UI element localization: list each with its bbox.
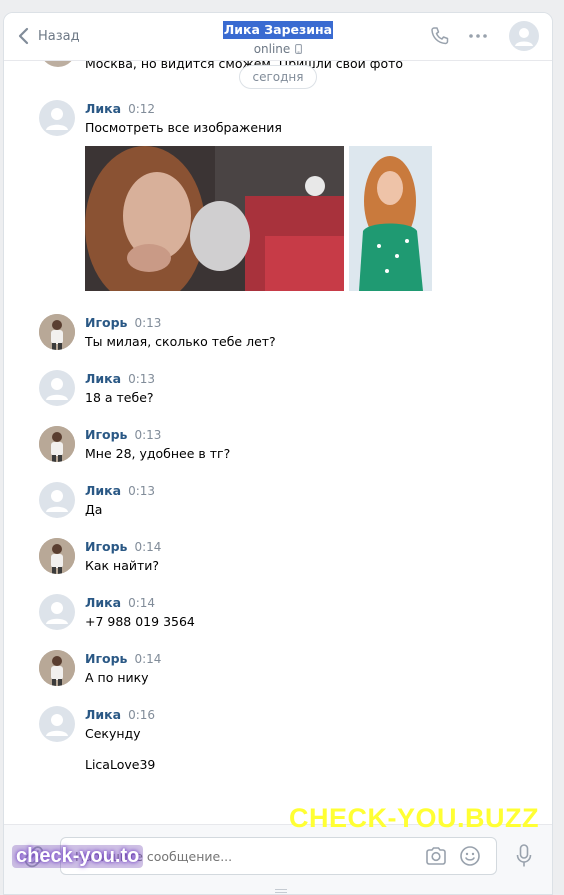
avatar[interactable] (39, 370, 75, 406)
avatar[interactable] (39, 426, 75, 462)
camera-icon[interactable] (425, 846, 447, 866)
author-name[interactable]: Игорь (85, 539, 127, 554)
message-text: LicaLove39 (85, 757, 156, 772)
message-time[interactable]: 0:13 (128, 372, 155, 386)
message-meta: Лика 0:13 (85, 483, 155, 498)
message-text: А по нику (85, 670, 149, 685)
photo-attachment[interactable] (349, 146, 432, 291)
message-meta: Лика 0:16 (85, 707, 155, 722)
message-meta: Игорь 0:14 (85, 651, 161, 666)
avatar[interactable] (39, 538, 75, 574)
message-time[interactable]: 0:13 (128, 484, 155, 498)
user-placeholder-icon (515, 28, 533, 46)
author-name[interactable]: Лика (85, 101, 121, 116)
user-photo (39, 426, 75, 462)
photo-attachments (85, 146, 432, 291)
user-placeholder-icon (46, 714, 68, 736)
message-time[interactable]: 0:16 (128, 708, 155, 722)
message-time[interactable]: 0:14 (134, 652, 161, 666)
user-placeholder-icon (46, 602, 68, 624)
message-meta: Игорь 0:13 (85, 427, 161, 442)
photo-image (349, 146, 432, 291)
avatar[interactable] (39, 650, 75, 686)
user-photo (39, 538, 75, 574)
status-text: online (253, 42, 291, 56)
message-time[interactable]: 0:12 (128, 102, 155, 116)
watermark: CHECK-YOU.BUZZ (289, 803, 539, 833)
message-text: Как найти? (85, 558, 160, 573)
message-meta: Игорь 0:14 (85, 539, 161, 554)
message-time[interactable]: 0:14 (128, 596, 155, 610)
chat-window: Назад Лика Зарезина online Москва, но ви… (3, 12, 553, 895)
message-time[interactable]: 0:13 (134, 428, 161, 442)
message-meta: Лика 0:14 (85, 595, 155, 610)
avatar[interactable] (39, 482, 75, 518)
avatar (40, 61, 76, 67)
author-name[interactable]: Игорь (85, 427, 127, 442)
message-text: Секунду (85, 726, 141, 741)
user-photo (39, 314, 75, 350)
message-meta: Лика 0:12 (85, 101, 155, 116)
user-placeholder-icon (46, 378, 68, 400)
message-time[interactable]: 0:13 (134, 316, 161, 330)
user-placeholder-icon (46, 108, 68, 130)
avatar[interactable] (39, 100, 75, 136)
message-text: Ты милая, сколько тебе лет? (85, 334, 276, 349)
date-divider: сегодня (239, 65, 317, 89)
author-name[interactable]: Лика (85, 371, 121, 386)
photo-image (85, 146, 344, 291)
back-label: Назад (38, 28, 80, 44)
author-name[interactable]: Игорь (85, 315, 127, 330)
user-photo (39, 650, 75, 686)
mobile-icon (295, 44, 303, 54)
message-text: 18 а тебе? (85, 390, 154, 405)
resize-grip[interactable] (275, 889, 287, 893)
corner-watermark: check-you.to (12, 845, 144, 868)
message-text: +7 988 019 3564 (85, 614, 195, 629)
photo-attachment[interactable] (85, 146, 344, 291)
author-name[interactable]: Лика (85, 707, 121, 722)
message-history[interactable]: Москва, но видится сможем. Пришли свои ф… (4, 61, 552, 823)
header-avatar[interactable] (509, 21, 539, 51)
microphone-icon[interactable] (516, 844, 532, 868)
message-meta: Игорь 0:13 (85, 315, 161, 330)
message-meta: Лика 0:13 (85, 371, 155, 386)
message-text: Мне 28, удобнее в тг? (85, 446, 231, 461)
author-name[interactable]: Лика (85, 595, 121, 610)
more-dots-icon[interactable] (467, 25, 489, 47)
author-name[interactable]: Лика (85, 483, 121, 498)
message-time[interactable]: 0:14 (134, 540, 161, 554)
message-text: Да (85, 502, 103, 517)
chevron-left-icon (18, 27, 29, 45)
avatar[interactable] (39, 706, 75, 742)
avatar[interactable] (39, 594, 75, 630)
avatar[interactable] (39, 314, 75, 350)
author-name[interactable]: Игорь (85, 651, 127, 666)
back-button[interactable]: Назад (16, 25, 80, 47)
user-placeholder-icon (46, 490, 68, 512)
smile-icon[interactable] (459, 845, 481, 867)
show-all-images-link[interactable]: Посмотреть все изображения (85, 120, 282, 135)
phone-icon[interactable] (429, 25, 451, 47)
chat-title: Лика Зарезина (222, 21, 334, 39)
chat-header: Назад Лика Зарезина online (4, 13, 552, 61)
